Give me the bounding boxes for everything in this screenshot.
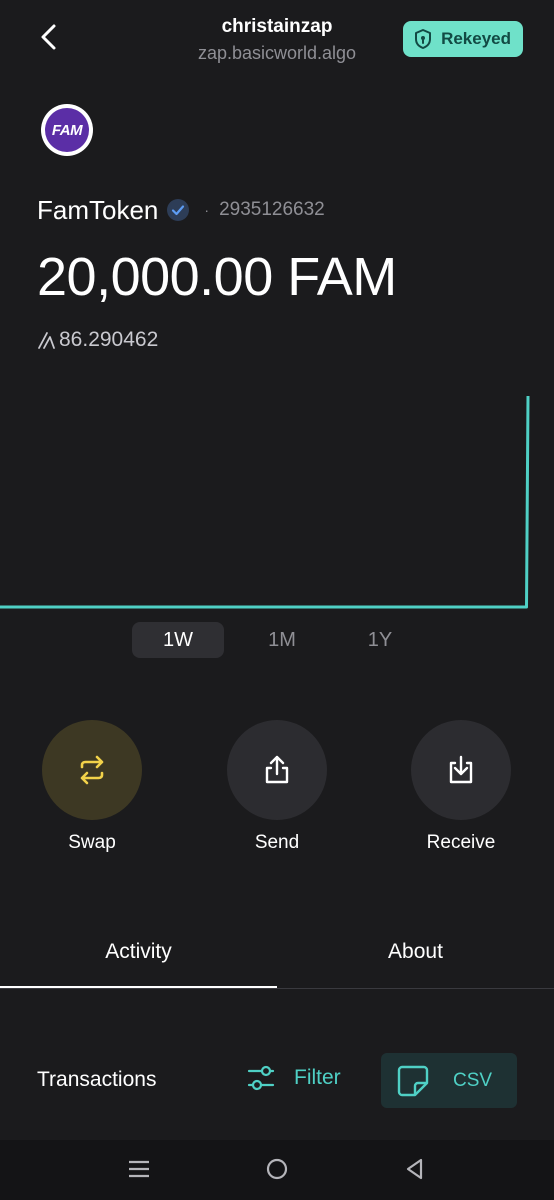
chart-series-line bbox=[0, 395, 530, 609]
file-icon bbox=[397, 1065, 429, 1096]
shield-lock-icon bbox=[415, 29, 432, 49]
asset-title-row: FamToken · 2935126632 bbox=[37, 194, 325, 226]
period-1m[interactable]: 1M bbox=[236, 622, 328, 658]
rekeyed-label: Rekeyed bbox=[441, 29, 511, 48]
swap-icon bbox=[80, 755, 104, 785]
download-icon bbox=[449, 755, 473, 784]
algo-value-text: 86.290462 bbox=[59, 328, 159, 351]
filter-button[interactable]: Filter bbox=[246, 1064, 341, 1092]
verified-icon bbox=[166, 198, 190, 222]
swap-button[interactable] bbox=[42, 720, 142, 820]
back-nav-icon[interactable] bbox=[403, 1157, 427, 1181]
tab-activity-indicator bbox=[0, 986, 277, 988]
tab-activity[interactable]: Activity bbox=[0, 940, 277, 964]
asset-logo: FAM bbox=[41, 104, 93, 156]
sliders-icon bbox=[247, 1065, 275, 1091]
recent-apps-icon[interactable] bbox=[127, 1157, 151, 1181]
period-1y-label: 1Y bbox=[367, 628, 393, 651]
asset-id: 2935126632 bbox=[219, 199, 325, 220]
home-icon[interactable] bbox=[265, 1157, 289, 1181]
tab-about[interactable]: About bbox=[277, 940, 554, 964]
upload-icon bbox=[265, 755, 289, 784]
system-nav-bar bbox=[0, 1140, 554, 1200]
send-button[interactable] bbox=[227, 720, 327, 820]
transactions-title: Transactions bbox=[37, 1068, 157, 1091]
asset-name: FamToken bbox=[37, 194, 159, 225]
tab-divider bbox=[0, 988, 554, 989]
rekeyed-badge[interactable]: Rekeyed bbox=[403, 21, 523, 57]
period-1m-label: 1M bbox=[268, 628, 296, 651]
balance-chart bbox=[0, 395, 530, 609]
separator-dot: · bbox=[204, 202, 210, 218]
send-label: Send bbox=[254, 832, 300, 853]
csv-label: CSV bbox=[453, 1069, 493, 1091]
period-1w-label: 1W bbox=[163, 628, 193, 651]
swap-label: Swap bbox=[68, 832, 116, 853]
period-1y[interactable]: 1Y bbox=[334, 622, 426, 658]
algo-icon bbox=[38, 332, 55, 349]
period-1w[interactable]: 1W bbox=[132, 622, 224, 658]
asset-balance: 20,000.00 FAM bbox=[37, 247, 397, 307]
csv-export-button[interactable]: CSV bbox=[381, 1053, 517, 1108]
algo-value: 86.290462 bbox=[37, 328, 158, 352]
filter-label: Filter bbox=[294, 1066, 341, 1089]
asset-logo-text: FAM bbox=[51, 121, 83, 139]
receive-button[interactable] bbox=[411, 720, 511, 820]
receive-label: Receive bbox=[426, 832, 496, 853]
